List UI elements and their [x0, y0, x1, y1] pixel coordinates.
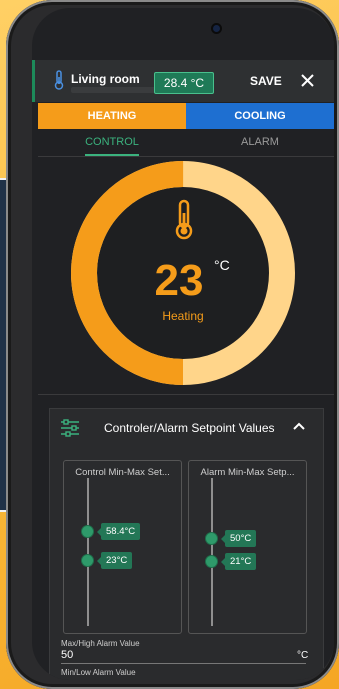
front-camera — [213, 25, 220, 32]
panel-title: Controler/Alarm Setpoint Values — [104, 421, 275, 435]
alarm-max-value: 50°C — [220, 530, 257, 547]
top-bar: Living room 28.4 °C SAVE — [32, 60, 334, 102]
max-alarm-input[interactable]: 50 — [61, 649, 73, 661]
max-alarm-label: Max/High Alarm Value — [61, 639, 140, 648]
slider-max-handle[interactable] — [82, 526, 93, 537]
sub-tabs: CONTROL ALARM — [38, 129, 334, 157]
tab-heating[interactable]: HEATING — [38, 103, 186, 129]
alarm-min-value: 21°C — [220, 553, 257, 570]
gauge-mode-label: Heating — [162, 309, 204, 323]
control-slider-title: Control Min-Max Set... — [75, 467, 170, 478]
save-button[interactable]: SAVE — [250, 74, 282, 88]
room-subtitle-redacted — [71, 87, 161, 93]
current-temperature: 23 — [154, 256, 204, 305]
current-temp-badge: 28.4 °C — [154, 72, 214, 94]
room-name: Living room — [71, 72, 140, 86]
chevron-up-icon[interactable] — [293, 421, 305, 431]
close-icon[interactable] — [301, 74, 314, 87]
alarm-slider-title: Alarm Min-Max Setp... — [200, 467, 295, 478]
max-alarm-underline — [61, 663, 306, 664]
tab-control-label: CONTROL — [85, 136, 139, 156]
slider-track[interactable] — [211, 478, 213, 626]
phone-frame: Living room 28.4 °C SAVE HEATING COOLING… — [6, 0, 339, 689]
setpoint-panel: Controler/Alarm Setpoint Values Control … — [49, 408, 324, 680]
tab-alarm[interactable]: ALARM — [186, 129, 334, 156]
app-screen: Living room 28.4 °C SAVE HEATING COOLING… — [32, 8, 334, 680]
max-alarm-unit: °C — [297, 650, 309, 661]
slider-min-handle[interactable] — [82, 555, 93, 566]
thermometer-icon — [54, 70, 64, 90]
slider-max-handle[interactable] — [206, 533, 217, 544]
slider-min-handle[interactable] — [206, 556, 217, 567]
control-min-value: 23°C — [96, 552, 133, 569]
thermometer-icon — [175, 199, 193, 240]
min-alarm-label: Min/Low Alarm Value — [61, 668, 136, 677]
tab-control[interactable]: CONTROL — [38, 129, 186, 156]
slider-track[interactable] — [87, 478, 89, 626]
sliders-icon — [61, 419, 79, 437]
control-range-slider: Control Min-Max Set... 58.4°C 23°C — [63, 460, 182, 634]
tab-cooling[interactable]: COOLING — [186, 103, 334, 129]
control-max-value: 58.4°C — [96, 523, 141, 540]
temperature-unit: °C — [214, 257, 230, 273]
alarm-range-slider: Alarm Min-Max Setp... 50°C 21°C — [188, 460, 307, 634]
section-divider — [38, 394, 334, 395]
mode-tabs: HEATING COOLING — [38, 103, 334, 129]
